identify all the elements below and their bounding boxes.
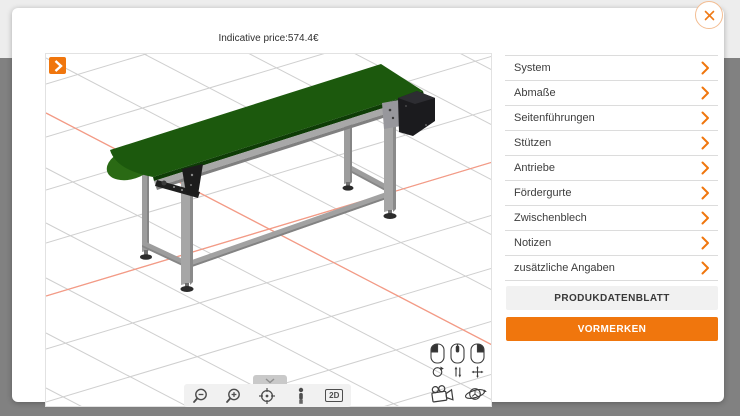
datasheet-button[interactable]: PRODUKDATENBLATT — [506, 286, 718, 310]
target-icon — [256, 385, 278, 407]
conveyor-model — [103, 64, 435, 292]
close-icon — [704, 10, 715, 21]
menu-item-label: Seitenführungen — [514, 112, 595, 124]
chevron-right-icon — [701, 211, 710, 225]
menu-item-zusaetzliche-angaben[interactable]: zusätzliche Angaben — [505, 255, 718, 281]
chevron-right-icon — [701, 86, 710, 100]
chevron-right-icon — [701, 236, 710, 250]
camera-icon — [431, 384, 453, 402]
menu-item-foerdergurte[interactable]: Fördergurte — [505, 180, 718, 205]
menu-item-label: Stützen — [514, 137, 551, 149]
indicative-price-label: Indicative price:574.4€ — [45, 33, 492, 44]
menu-item-label: Notizen — [514, 237, 551, 249]
reserve-button[interactable]: VORMERKEN — [506, 317, 718, 341]
center-view-button[interactable] — [252, 385, 282, 407]
zoom-in-icon — [223, 385, 245, 407]
mouse-right-move-icon — [471, 344, 484, 378]
menu-item-abmasse[interactable]: Abmaße — [505, 80, 718, 105]
orbit-icon — [465, 388, 487, 400]
mouse-left-rotate-icon — [431, 344, 444, 376]
menu-item-label: System — [514, 62, 551, 74]
zoom-out-icon — [190, 385, 212, 407]
2d-mode-icon: 2D — [325, 389, 343, 402]
menu-item-zwischenblech[interactable]: Zwischenblech — [505, 205, 718, 230]
2d-view-button[interactable]: 2D — [319, 385, 349, 407]
chevron-right-icon — [701, 111, 710, 125]
mouse-middle-pan-icon — [451, 344, 464, 378]
menu-item-label: Fördergurte — [514, 187, 571, 199]
3d-viewport: 2D — [45, 53, 492, 407]
person-view-button[interactable] — [286, 385, 316, 407]
zoom-out-button[interactable] — [186, 385, 216, 407]
person-icon — [290, 385, 312, 407]
menu-item-stuetzen[interactable]: Stützen — [505, 130, 718, 155]
menu-item-label: zusätzliche Angaben — [514, 262, 615, 274]
chevron-down-icon — [265, 378, 275, 384]
chevron-right-icon — [701, 136, 710, 150]
chevron-right-icon — [701, 161, 710, 175]
menu-item-system[interactable]: System — [505, 55, 718, 80]
close-button[interactable] — [695, 1, 723, 29]
zoom-in-button[interactable] — [219, 385, 249, 407]
chevron-right-icon — [701, 186, 710, 200]
mouse-controls-legend — [428, 342, 490, 406]
configurator-modal: Indicative price:574.4€ — [12, 8, 724, 402]
menu-item-label: Zwischenblech — [514, 212, 587, 224]
menu-item-antriebe[interactable]: Antriebe — [505, 155, 718, 180]
menu-item-notizen[interactable]: Notizen — [505, 230, 718, 255]
chevron-right-icon — [52, 59, 64, 73]
viewport-toolbar: 2D — [184, 384, 351, 407]
3d-scene[interactable] — [46, 54, 491, 406]
panel-expand-button[interactable] — [49, 57, 66, 74]
chevron-right-icon — [701, 61, 710, 75]
menu-item-label: Antriebe — [514, 162, 555, 174]
menu-item-seitenfuehrungen[interactable]: Seitenführungen — [505, 105, 718, 130]
chevron-right-icon — [701, 261, 710, 275]
config-menu: System Abmaße Seitenführungen Stützen Antrie… — [505, 55, 718, 281]
menu-item-label: Abmaße — [514, 87, 556, 99]
